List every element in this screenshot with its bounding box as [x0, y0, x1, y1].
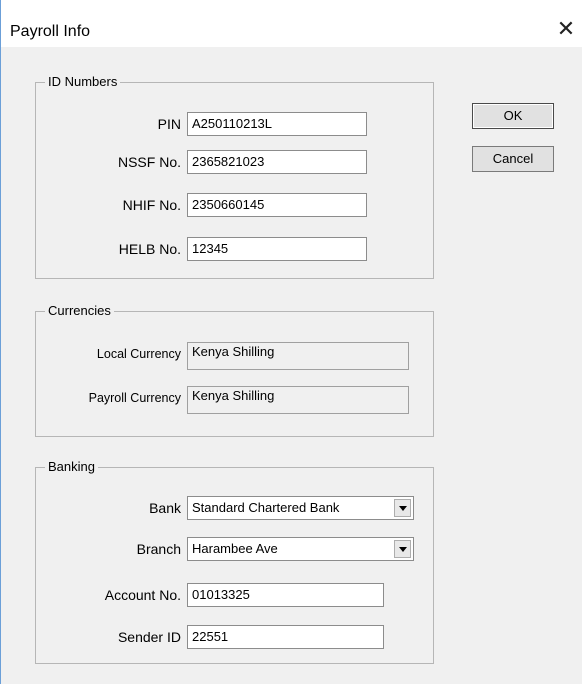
helb-label: HELB No.	[118, 241, 181, 257]
currencies-legend: Currencies	[45, 303, 114, 319]
pin-label: PIN	[157, 116, 181, 132]
branch-selected-value: Harambee Ave	[192, 541, 278, 556]
pin-input[interactable]: A250110213L	[187, 112, 367, 136]
payroll-info-dialog: Payroll Info ✕ ID Numbers PIN A250110213…	[0, 0, 582, 684]
helb-input[interactable]: 12345	[187, 237, 367, 261]
branch-select[interactable]: Harambee Ave	[187, 537, 414, 561]
nssf-label: NSSF No.	[117, 154, 181, 170]
bank-label: Bank	[149, 500, 181, 516]
bank-selected-value: Standard Chartered Bank	[192, 500, 340, 515]
ok-button[interactable]: OK	[472, 103, 554, 129]
id-numbers-legend: ID Numbers	[45, 74, 121, 90]
account-label: Account No.	[104, 587, 181, 603]
bank-select[interactable]: Standard Chartered Bank	[187, 496, 414, 520]
currencies-group: Currencies	[35, 303, 434, 437]
nhif-input[interactable]: 2350660145	[187, 193, 367, 217]
cancel-button[interactable]: Cancel	[472, 146, 554, 172]
chevron-down-icon[interactable]	[394, 499, 411, 517]
payroll-currency-field: Kenya Shilling	[187, 386, 409, 414]
branch-label: Branch	[136, 541, 181, 557]
sender-id-input[interactable]: 22551	[187, 625, 384, 649]
banking-legend: Banking	[45, 459, 98, 475]
close-icon[interactable]: ✕	[553, 16, 579, 42]
local-currency-label: Local Currency	[96, 347, 181, 361]
nhif-label: NHIF No.	[122, 197, 181, 213]
dialog-title: Payroll Info	[10, 23, 91, 40]
sender-id-label: Sender ID	[117, 629, 181, 645]
account-input[interactable]: 01013325	[187, 583, 384, 607]
title-bar: Payroll Info ✕	[1, 0, 582, 47]
local-currency-field: Kenya Shilling	[187, 342, 409, 370]
payroll-currency-label: Payroll Currency	[88, 391, 181, 405]
nssf-input[interactable]: 2365821023	[187, 150, 367, 174]
chevron-down-icon[interactable]	[394, 540, 411, 558]
